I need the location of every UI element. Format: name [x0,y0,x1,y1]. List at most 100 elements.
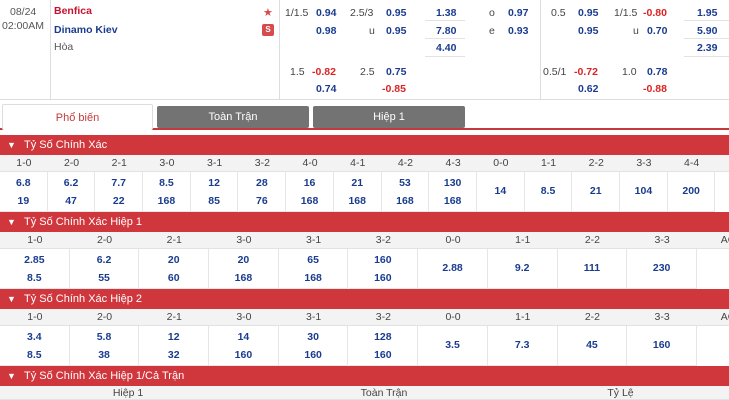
score-odds-cell[interactable]: 5.8 38 [69,326,140,366]
score-odds-cell[interactable]: 14 [477,172,525,212]
score-odds-cell[interactable]: 230 [627,249,697,289]
tab-popular[interactable]: Phổ biến [2,104,153,130]
score-odds[interactable]: 9.2 [488,262,557,274]
ft-hdp-away-odds[interactable]: 0.98 [316,24,336,38]
h1-ou-over-odds[interactable]: -0.80 [643,6,667,20]
section-correct-score-h2[interactable]: ▼ Tỷ Số Chính Xác Hiệp 2 [0,289,729,309]
live-stream-icon[interactable]: S [262,24,274,36]
score-odds[interactable]: 16 [286,177,333,189]
score-odds-cell[interactable]: 6.2 55 [69,249,140,289]
ft-1x2-home-odds[interactable]: 1.38 [436,6,456,20]
score-odds-cell[interactable]: 30 160 [278,326,349,366]
score-odds-cell[interactable]: 9.2 [487,249,558,289]
score-odds-cell[interactable]: 3.4 8.5 [0,326,70,366]
score-odds-cell[interactable]: 21 168 [333,172,382,212]
ft-hdp-away-odds-2[interactable]: 0.74 [316,82,336,96]
score-odds-cell[interactable]: 104 [620,172,668,212]
score-odds[interactable]: 5.8 [70,331,139,343]
score-odds[interactable]: 20 [139,254,208,266]
score-odds[interactable]: 168 [382,195,429,207]
score-odds[interactable]: 230 [627,262,696,274]
score-odds-cell[interactable]: 111 [557,249,628,289]
score-odds[interactable]: 21 [334,177,381,189]
score-odds[interactable]: 20 [209,254,278,266]
score-odds-cell[interactable]: 12 32 [139,326,210,366]
h1-ou-under-odds[interactable]: 0.70 [647,24,667,38]
score-odds[interactable]: 12 [191,177,238,189]
score-odds[interactable]: 30 [279,331,348,343]
favorite-star-icon[interactable]: ★ [263,6,273,19]
score-odds-cell[interactable]: 8.5 168 [143,172,191,212]
score-odds-cell[interactable]: 12 85 [190,172,239,212]
score-odds[interactable]: 8.5 [0,349,69,361]
score-odds-cell[interactable]: 45 [557,326,628,366]
score-odds[interactable]: 6.8 [0,177,47,189]
h1-1x2-draw-odds[interactable]: 2.39 [697,41,717,55]
score-odds[interactable]: 160 [209,349,278,361]
score-odds-cell[interactable]: 21 [572,172,621,212]
ft-ou-under-odds[interactable]: 0.95 [386,24,406,38]
score-odds-cell[interactable]: 16 168 [286,172,334,212]
score-odds-cell[interactable]: 20 168 [209,249,279,289]
ft-hdp-home-odds[interactable]: 0.94 [316,6,336,20]
h1-hdp-away-odds-2[interactable]: 0.62 [578,82,598,96]
home-team[interactable]: Benfica [54,5,92,17]
score-odds[interactable]: 22 [95,195,142,207]
score-odds[interactable]: 200 [668,185,715,197]
section-correct-score-h1[interactable]: ▼ Tỷ Số Chính Xác Hiệp 1 [0,212,729,232]
score-odds[interactable]: 168 [209,272,278,284]
score-odds[interactable]: 168 [279,272,348,284]
score-odds[interactable]: 8.5 [143,177,190,189]
score-odds[interactable]: 3.4 [0,331,69,343]
h1-hdp-away-odds[interactable]: 0.95 [578,24,598,38]
score-odds[interactable]: 7.3 [488,339,557,351]
score-odds-cell[interactable]: 6.2 47 [47,172,96,212]
score-odds[interactable]: 65 [279,254,348,266]
away-team[interactable]: Dinamo Kiev [54,24,118,36]
section-correct-score[interactable]: ▼ Tỷ Số Chính Xác [0,135,729,155]
section-htft-correct-score[interactable]: ▼ Tỷ Số Chính Xác Hiệp 1/Cả Trận [0,366,729,386]
score-odds[interactable]: 19 [0,195,47,207]
score-odds-cell[interactable]: 6.8 19 [0,172,48,212]
score-odds[interactable]: 14 [209,331,278,343]
h1-ou-under-odds-2[interactable]: -0.88 [643,82,667,96]
score-odds[interactable]: 6.2 [70,254,139,266]
score-odds[interactable]: 53 [382,177,429,189]
score-odds[interactable]: 160 [279,349,348,361]
score-odds[interactable]: 32 [139,349,208,361]
ft-odd-odds[interactable]: 0.97 [508,6,528,20]
score-odds-cell[interactable]: 14 160 [209,326,279,366]
score-odds-cell[interactable]: 130 168 [429,172,477,212]
score-odds[interactable]: 111 [558,262,627,274]
h1-hdp-home-odds[interactable]: 0.95 [578,6,598,20]
score-odds-cell[interactable]: 200 [667,172,716,212]
score-odds-cell[interactable]: 3.5 [418,326,488,366]
ft-1x2-draw-odds[interactable]: 4.40 [436,41,456,55]
ft-hdp-home-odds-2[interactable]: -0.82 [312,65,336,79]
ft-even-odds[interactable]: 0.93 [508,24,528,38]
score-odds-cell[interactable]: 65 168 [278,249,349,289]
tab-full-time[interactable]: Toàn Trận [157,106,309,128]
score-odds[interactable]: 38 [70,349,139,361]
tab-first-half[interactable]: Hiệp 1 [313,106,465,128]
h1-hdp-home-odds-2[interactable]: -0.72 [574,65,598,79]
h1-1x2-away-odds[interactable]: 5.90 [697,24,717,38]
score-odds[interactable]: 14 [477,185,524,197]
score-odds[interactable]: 2.85 [0,254,69,266]
score-odds-cell[interactable]: 160 [627,326,697,366]
score-odds-cell[interactable]: 2.85 8.5 [0,249,70,289]
score-odds[interactable]: 7.7 [95,177,142,189]
score-odds[interactable]: 76 [239,195,286,207]
score-odds[interactable]: 160 [349,254,418,266]
score-odds[interactable]: 104 [620,185,667,197]
score-odds[interactable]: 55 [70,272,139,284]
score-odds[interactable]: 2.88 [418,262,487,274]
ft-1x2-away-odds[interactable]: 7.80 [436,24,456,38]
score-odds[interactable]: 60 [139,272,208,284]
score-odds[interactable]: 47 [48,195,95,207]
score-odds[interactable]: 160 [349,349,418,361]
ft-ou-over-odds[interactable]: 0.95 [386,6,406,20]
ft-ou-under-odds-2[interactable]: -0.85 [382,82,406,96]
score-odds[interactable]: 28 [239,177,286,189]
score-odds[interactable]: 160 [627,339,696,351]
